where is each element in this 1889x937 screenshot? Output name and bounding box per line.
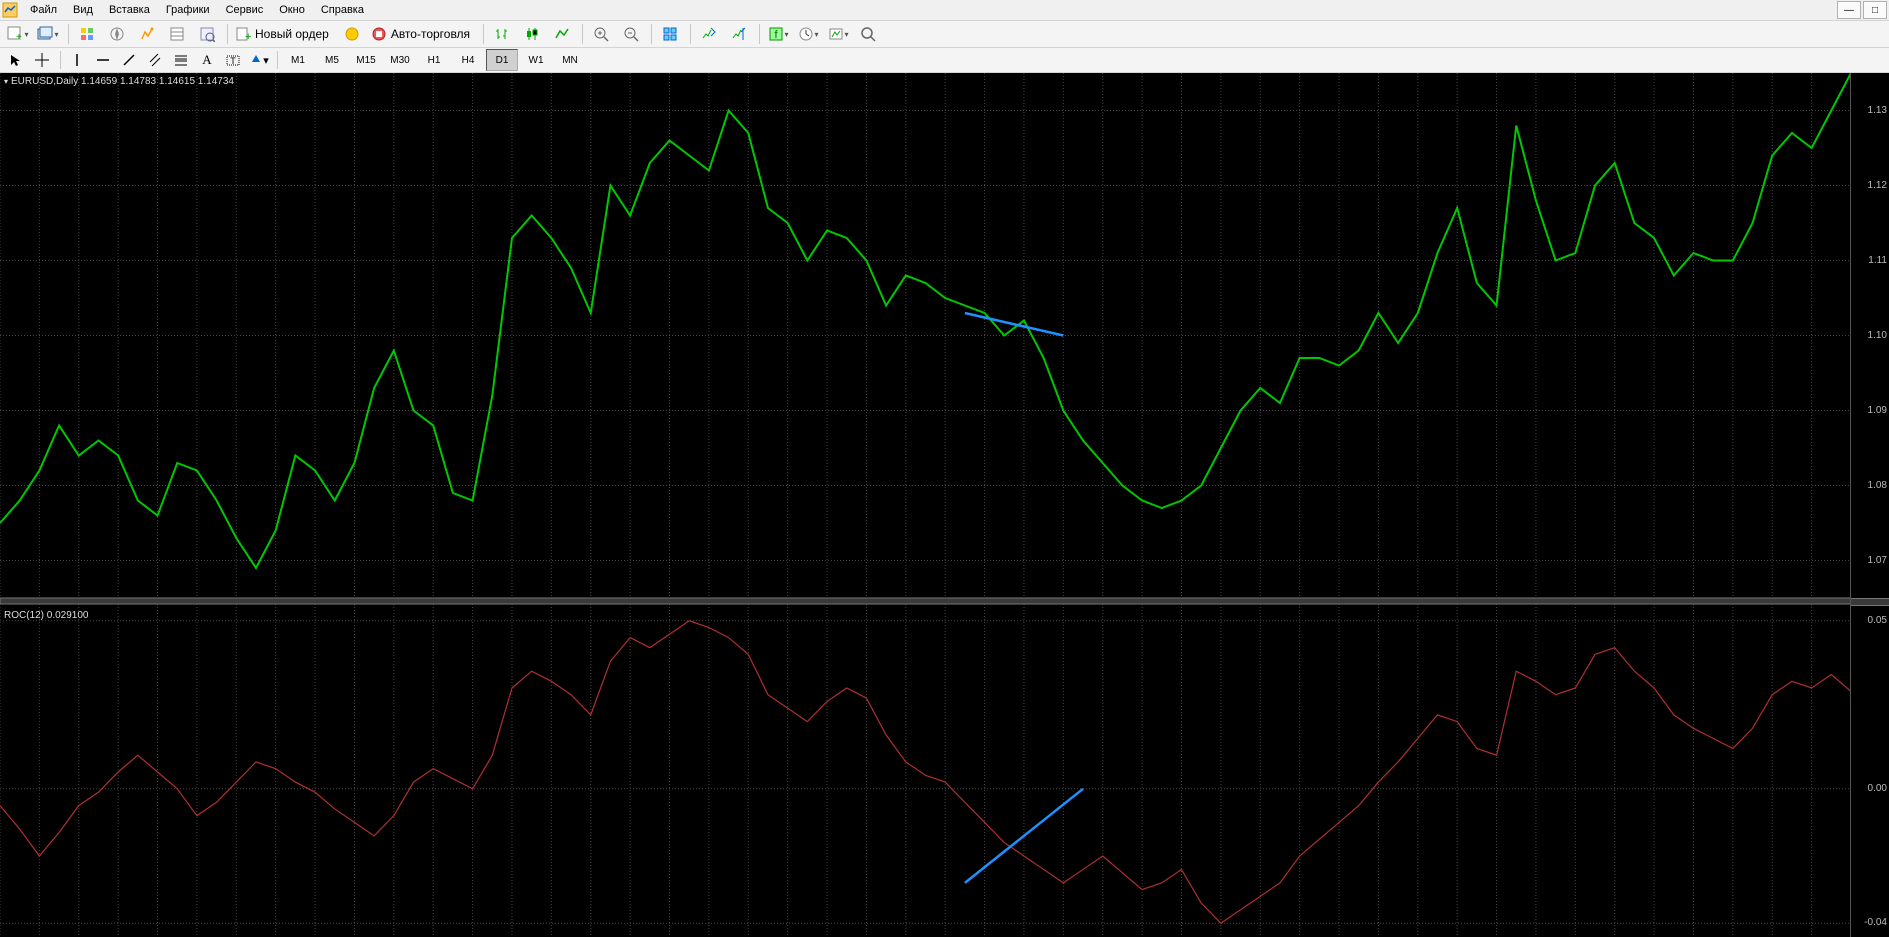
- chart-area[interactable]: ▾ EURUSD,Daily 1.14659 1.14783 1.14615 1…: [0, 73, 1889, 937]
- timeframe-d1[interactable]: D1: [486, 49, 518, 71]
- price-tick: 1.08: [1868, 480, 1887, 491]
- price-tick: 1.09: [1868, 405, 1887, 416]
- autotrade-button[interactable]: Авто-торговля: [368, 22, 477, 46]
- window-maximize-button[interactable]: □: [1863, 1, 1887, 19]
- price-tick: 1.07: [1868, 555, 1887, 566]
- timeframe-h4[interactable]: H4: [452, 49, 484, 71]
- candle-chart-button[interactable]: [518, 22, 546, 46]
- timeframe-mn[interactable]: MN: [554, 49, 586, 71]
- app-icon: [2, 2, 18, 18]
- timeframe-m5[interactable]: M5: [316, 49, 348, 71]
- roc-tick: -0.04: [1864, 917, 1887, 928]
- vertical-line-button[interactable]: [65, 49, 89, 71]
- templates-button[interactable]: ▾: [824, 22, 852, 46]
- main-toolbar: +▾ ▾ + Новый ордер Авто-торговля f▾ ▾ ▾: [0, 21, 1889, 48]
- menu-help[interactable]: Справка: [313, 2, 372, 18]
- horizontal-line-button[interactable]: [91, 49, 115, 71]
- text-label-button[interactable]: T: [221, 49, 245, 71]
- new-chart-button[interactable]: +▾: [4, 22, 32, 46]
- timeframe-w1[interactable]: W1: [520, 49, 552, 71]
- menu-view[interactable]: Вид: [65, 2, 101, 18]
- timeframe-m30[interactable]: M30: [384, 49, 416, 71]
- menu-service[interactable]: Сервис: [218, 2, 272, 18]
- strategy-tester-button[interactable]: [193, 22, 221, 46]
- price-axis: 1.13 1.12 1.11 1.10 1.09 1.08 1.07 0.05 0.00 -0.0…: [1850, 73, 1889, 937]
- chart-symbol-label: EURUSD,Daily: [11, 76, 78, 87]
- arrows-button[interactable]: ▾: [247, 49, 271, 71]
- timeframe-m15[interactable]: M15: [350, 49, 382, 71]
- chart-canvas[interactable]: ROC(12) 0.029100: [0, 73, 1851, 937]
- menu-window[interactable]: Окно: [271, 2, 313, 18]
- crosshair-button[interactable]: [30, 49, 54, 71]
- menu-insert[interactable]: Вставка: [101, 2, 158, 18]
- terminal-button[interactable]: [133, 22, 161, 46]
- cursor-button[interactable]: [4, 49, 28, 71]
- svg-text:+: +: [16, 32, 22, 42]
- trendline-button[interactable]: [117, 49, 141, 71]
- navigator-button[interactable]: [103, 22, 131, 46]
- roc-tick: 0.05: [1868, 615, 1887, 626]
- timeframe-m1[interactable]: M1: [282, 49, 314, 71]
- window-minimize-button[interactable]: —: [1837, 1, 1861, 19]
- price-tick: 1.11: [1868, 255, 1887, 266]
- profiles-button[interactable]: ▾: [34, 22, 62, 46]
- line-chart-button[interactable]: [548, 22, 576, 46]
- indicators-button[interactable]: f▾: [764, 22, 792, 46]
- timeframe-h1[interactable]: H1: [418, 49, 450, 71]
- metaquotes-button[interactable]: [338, 22, 366, 46]
- zoom-in-button[interactable]: [587, 22, 615, 46]
- bar-chart-button[interactable]: [488, 22, 516, 46]
- chart-ohlc-label: 1.14659 1.14783 1.14615 1.14734: [81, 76, 234, 87]
- market-watch-button[interactable]: [73, 22, 101, 46]
- drawing-toolbar: A T ▾ M1 M5 M15 M30 H1 H4 D1 W1 MN: [0, 48, 1889, 73]
- tile-windows-button[interactable]: [656, 22, 684, 46]
- autotrade-label: Авто-торговля: [391, 27, 470, 41]
- text-button[interactable]: A: [195, 49, 219, 71]
- svg-text:+: +: [245, 31, 251, 42]
- menu-file[interactable]: Файл: [22, 2, 65, 18]
- search-button[interactable]: [854, 22, 882, 46]
- periods-button[interactable]: ▾: [794, 22, 822, 46]
- autoscroll-button[interactable]: [695, 22, 723, 46]
- new-order-label: Новый ордер: [255, 27, 329, 41]
- new-order-button[interactable]: + Новый ордер: [232, 22, 336, 46]
- svg-text:T: T: [230, 56, 236, 66]
- price-tick: 1.10: [1868, 330, 1887, 341]
- price-tick: 1.13: [1868, 105, 1887, 116]
- data-window-button[interactable]: [163, 22, 191, 46]
- price-chart-title: ▾ EURUSD,Daily 1.14659 1.14783 1.14615 1…: [4, 76, 234, 87]
- equidistant-channel-button[interactable]: [143, 49, 167, 71]
- price-tick: 1.12: [1868, 180, 1887, 191]
- roc-tick: 0.00: [1868, 783, 1887, 794]
- menubar: Файл Вид Вставка Графики Сервис Окно Спр…: [0, 0, 1889, 21]
- fibonacci-button[interactable]: [169, 49, 193, 71]
- svg-text:ROC(12) 0.029100: ROC(12) 0.029100: [4, 610, 89, 621]
- menu-charts[interactable]: Графики: [158, 2, 218, 18]
- zoom-out-button[interactable]: [617, 22, 645, 46]
- chart-shift-button[interactable]: [725, 22, 753, 46]
